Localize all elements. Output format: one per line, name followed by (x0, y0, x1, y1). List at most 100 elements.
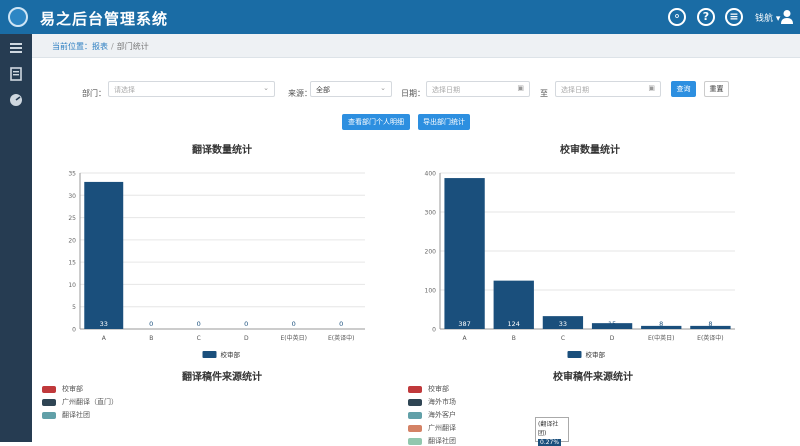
sidebar (0, 34, 32, 442)
legend-label: 校审部 (586, 350, 606, 359)
tooltip-label: (翻译社团) (538, 421, 559, 437)
data-label: 33 (100, 320, 108, 328)
legend-item[interactable]: 海外市场 (408, 397, 456, 407)
legend-label: 校审部 (428, 385, 449, 393)
breadcrumb-separator: / (111, 42, 114, 51)
dashboard-icon[interactable] (8, 92, 24, 108)
legend-swatch (42, 385, 56, 393)
legend-label: 校审部 (221, 350, 241, 359)
export-button[interactable]: 导出部门统计 (418, 114, 470, 130)
chevron-down-icon: ⌄ (380, 84, 386, 92)
list-icon[interactable] (8, 40, 24, 56)
y-tick-label: 10 (68, 282, 76, 289)
help-icon[interactable]: ? (697, 8, 715, 26)
x-tick-label: C (197, 335, 201, 342)
legend-item[interactable]: 海外客户 (408, 410, 456, 420)
data-label: 15 (608, 320, 616, 328)
data-label: 33 (559, 320, 567, 328)
breadcrumb-prefix: 当前位置： (52, 42, 92, 51)
y-tick-label: 100 (425, 288, 437, 295)
data-label: 124 (508, 320, 520, 328)
legend-swatch (42, 398, 56, 406)
chart-title-translation-source: 翻译稿件来源统计 (182, 372, 262, 383)
legend-item[interactable]: 广州翻译（直门） (42, 397, 118, 407)
data-label: 8 (659, 320, 663, 328)
x-tick-label: B (149, 335, 153, 342)
legend-item[interactable]: 翻译社团 (42, 410, 90, 420)
y-tick-label: 400 (425, 171, 437, 178)
legend-label: 翻译社团 (62, 411, 90, 419)
date-to-label: 至 (540, 89, 548, 98)
x-tick-label: E(英译中) (697, 334, 723, 342)
source-label: 来源： (288, 89, 312, 98)
translation-bar-chart: 0 5 10 15 20 25 30 35 33 A 0 B 0 C 0 D 0 E(中英日) 0 E(英译中) 校审部 (68, 171, 365, 359)
y-tick-label: 30 (68, 193, 76, 200)
legend-swatch (408, 385, 422, 393)
y-tick-label: 25 (68, 215, 76, 222)
legend-swatch (408, 411, 422, 419)
query-button[interactable]: 查询 (671, 81, 696, 97)
legend-item[interactable]: 广州翻译 (408, 423, 456, 433)
y-tick-label: 300 (425, 210, 437, 217)
date-end-input[interactable]: 选择日期 ▣ (555, 81, 661, 97)
data-label: 0 (149, 320, 153, 328)
legend-swatch (202, 351, 217, 358)
chart-title-translation: 翻译数量统计 (192, 145, 252, 156)
app-title: 易之后台管理系统 (40, 10, 169, 28)
x-tick-label: C (561, 335, 565, 342)
y-tick-label: 35 (68, 171, 76, 178)
data-label: 0 (197, 320, 201, 328)
breadcrumb: 当前位置：报表 / 部门统计 (32, 34, 800, 58)
bell-icon[interactable]: ⚬ (668, 8, 686, 26)
legend-label: 广州翻译（直门） (62, 398, 118, 406)
dept-placeholder: 请选择 (114, 86, 135, 94)
document-icon[interactable] (8, 66, 24, 82)
legend-item[interactable]: 校审部 (42, 384, 83, 394)
legend-swatch (567, 351, 582, 358)
y-tick-label: 5 (72, 304, 76, 311)
legend-label: 校审部 (62, 385, 83, 393)
data-label: 8 (708, 320, 712, 328)
person-stats-button[interactable]: 查看部门个人明细 (342, 114, 410, 130)
x-tick-label: D (610, 335, 615, 342)
legend-swatch (408, 424, 422, 432)
data-label: 387 (458, 320, 470, 328)
legend-item[interactable]: 翻译社团 (408, 436, 456, 446)
breadcrumb-parent[interactable]: 报表 (92, 42, 108, 51)
reset-button[interactable]: 重置 (704, 81, 729, 97)
calendar-icon: ▣ (517, 84, 524, 92)
y-tick-label: 15 (68, 260, 76, 267)
legend-label: 海外市场 (428, 398, 456, 406)
legend-label: 翻译社团 (428, 437, 456, 445)
x-tick-label: E(英译中) (328, 334, 354, 342)
date-start-placeholder: 选择日期 (432, 86, 460, 94)
legend-label: 海外客户 (428, 411, 456, 419)
review-bar-chart: 0 100 200 300 400 387 A 124 B 33 C 15 D 8 E(中英日) 8 E(英译中… (425, 171, 735, 359)
legend-swatch (408, 437, 422, 445)
y-tick-label: 20 (68, 237, 76, 244)
legend-swatch (408, 398, 422, 406)
message-icon[interactable]: ≡ (725, 8, 743, 26)
data-label: 0 (292, 320, 296, 328)
chart-title-review: 校审数量统计 (560, 145, 620, 156)
tooltip-value: 0.27% (538, 439, 562, 446)
user-icon[interactable] (780, 9, 794, 25)
source-value: 全部 (316, 86, 330, 94)
x-tick-label: A (102, 335, 107, 342)
x-tick-label: E(中英日) (281, 334, 307, 342)
date-start-input[interactable]: 选择日期 ▣ (426, 81, 530, 97)
user-menu[interactable]: 钱航 ▾ (755, 11, 780, 24)
chart-title-review-source: 校审稿件来源统计 (553, 372, 633, 383)
legend-label: 广州翻译 (428, 424, 456, 432)
top-bar: 易之后台管理系统 ⚬ ? ≡ 钱航 ▾ (0, 0, 800, 34)
y-tick-label: 200 (425, 249, 437, 256)
logo-icon (8, 7, 28, 27)
date-end-placeholder: 选择日期 (561, 86, 589, 94)
source-select[interactable]: 全部 ⌄ (310, 81, 392, 97)
dept-label: 部门： (82, 89, 106, 98)
legend-item[interactable]: 校审部 (408, 384, 449, 394)
x-tick-label: E(中英日) (648, 334, 674, 342)
dept-select[interactable]: 请选择 ⌄ (108, 81, 275, 97)
data-label: 0 (244, 320, 248, 328)
chevron-down-icon: ⌄ (263, 84, 269, 92)
